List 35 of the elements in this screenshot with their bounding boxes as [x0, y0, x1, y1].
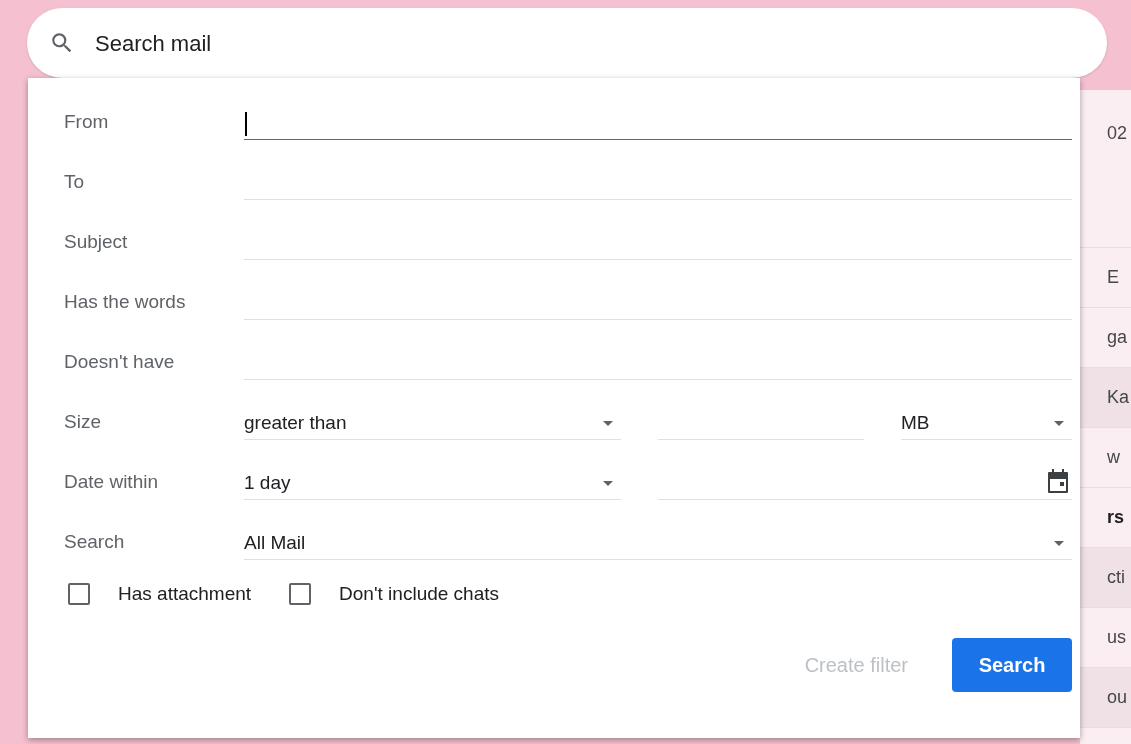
field-label: Has the words — [64, 289, 187, 314]
calendar-icon — [1046, 468, 1070, 494]
field-label: To — [64, 169, 86, 194]
search-button[interactable]: Search — [952, 638, 1072, 692]
text-cursor — [245, 112, 247, 136]
mail-row-text: us — [1107, 626, 1126, 649]
mail-row-text: ou — [1107, 686, 1128, 709]
checkbox[interactable] — [68, 583, 90, 605]
field-label: From — [64, 109, 110, 134]
dropdown-caret-icon — [1054, 541, 1064, 546]
date-field[interactable] — [658, 468, 1072, 500]
mail-row-text: ga — [1107, 326, 1128, 349]
field-label: Search — [64, 529, 126, 554]
size-operator-select[interactable]: greater than — [244, 408, 621, 440]
search-bar[interactable]: Search mail — [27, 8, 1107, 78]
mail-row-text: Ka — [1107, 386, 1130, 409]
mail-row-text: w — [1107, 446, 1120, 469]
field-label: Subject — [64, 229, 129, 254]
field-label: Size — [64, 409, 102, 434]
mailbox-select[interactable]: All Mail — [244, 528, 1072, 560]
mail-row-text: 02 — [1107, 123, 1128, 143]
checkbox-label: Don't include chats — [339, 581, 500, 606]
checkbox[interactable] — [289, 583, 312, 605]
search-placeholder: Search mail — [95, 29, 212, 58]
field-label: Doesn't have — [64, 349, 176, 374]
field-label: Date within — [64, 469, 159, 494]
mail-row-text: E — [1107, 266, 1119, 289]
mail-row-text: rs — [1107, 506, 1124, 529]
dropdown-caret-icon — [603, 481, 613, 486]
size-unit-select[interactable]: MB — [901, 408, 1072, 440]
date-range-select[interactable]: 1 day — [244, 468, 621, 500]
dropdown-caret-icon — [603, 421, 613, 426]
mail-row-text: cti — [1107, 566, 1125, 589]
checkbox-label: Has attachment — [118, 581, 252, 606]
dropdown-caret-icon — [1054, 421, 1064, 426]
